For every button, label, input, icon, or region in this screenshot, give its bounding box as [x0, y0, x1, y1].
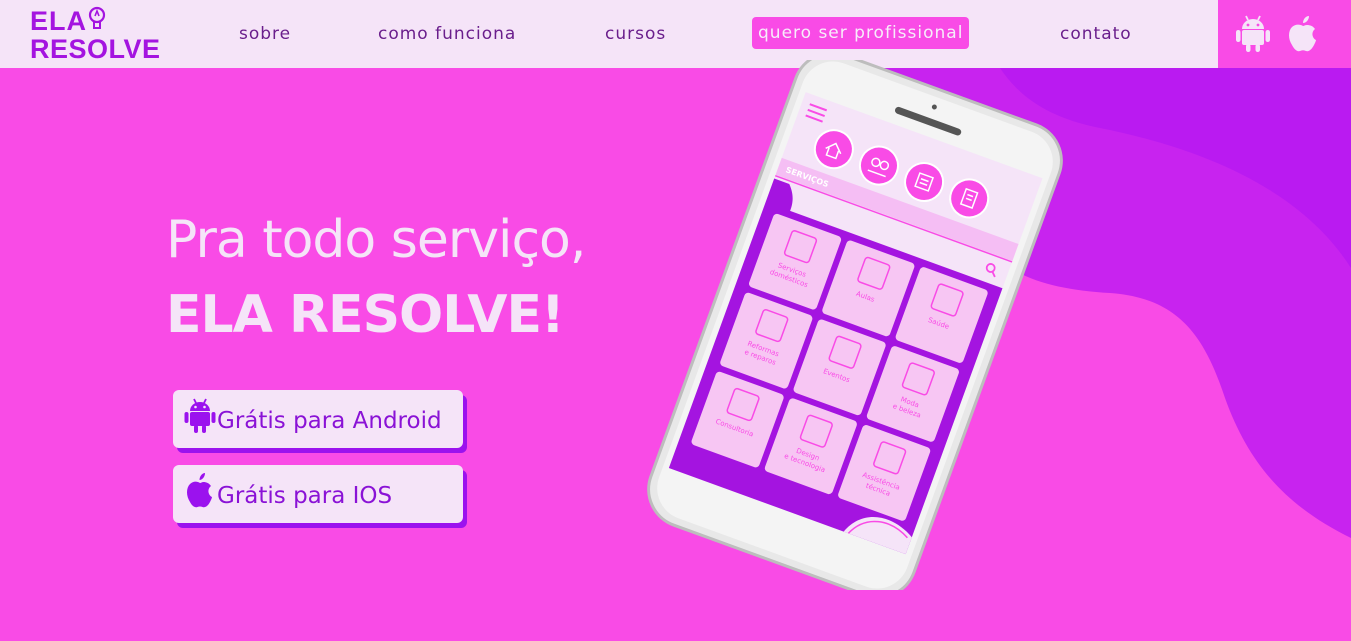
download-android-button[interactable]: Grátis para Android — [173, 390, 463, 448]
download-android-label: Grátis para Android — [217, 408, 442, 434]
android-icon[interactable] — [1235, 13, 1271, 53]
hero-headline-line1: Pra todo serviço, — [166, 210, 586, 270]
nav-link-quero-ser-profissional[interactable]: quero ser profissional — [752, 17, 970, 49]
download-ios-button[interactable]: Grátis para IOS — [173, 465, 463, 523]
logo-text-resolve: RESOLVE — [30, 34, 161, 64]
nav-link-cursos[interactable]: cursos — [605, 21, 666, 47]
nav-link-contato[interactable]: contato — [1060, 21, 1132, 47]
apple-icon — [187, 473, 212, 508]
ela-resolve-logo[interactable]: ELA RESOLVE — [30, 6, 160, 64]
app-store-links — [1218, 0, 1351, 68]
android-icon — [184, 398, 216, 433]
phone-mockup-illustration: SERVIÇOS ServiçosdomésticosAulasSaúdeRef… — [647, 60, 1063, 590]
apple-icon[interactable] — [1285, 13, 1321, 53]
site-header: ELA RESOLVE sobre como funciona cursos q… — [0, 0, 1351, 68]
hero-headline-line2: ELA RESOLVE! — [166, 285, 565, 345]
nav-link-sobre[interactable]: sobre — [239, 21, 291, 47]
download-ios-label: Grátis para IOS — [217, 483, 393, 509]
lightbulb-icon — [88, 6, 106, 29]
nav-link-como-funciona[interactable]: como funciona — [378, 21, 516, 47]
logo-text-ela: ELA — [30, 6, 87, 36]
